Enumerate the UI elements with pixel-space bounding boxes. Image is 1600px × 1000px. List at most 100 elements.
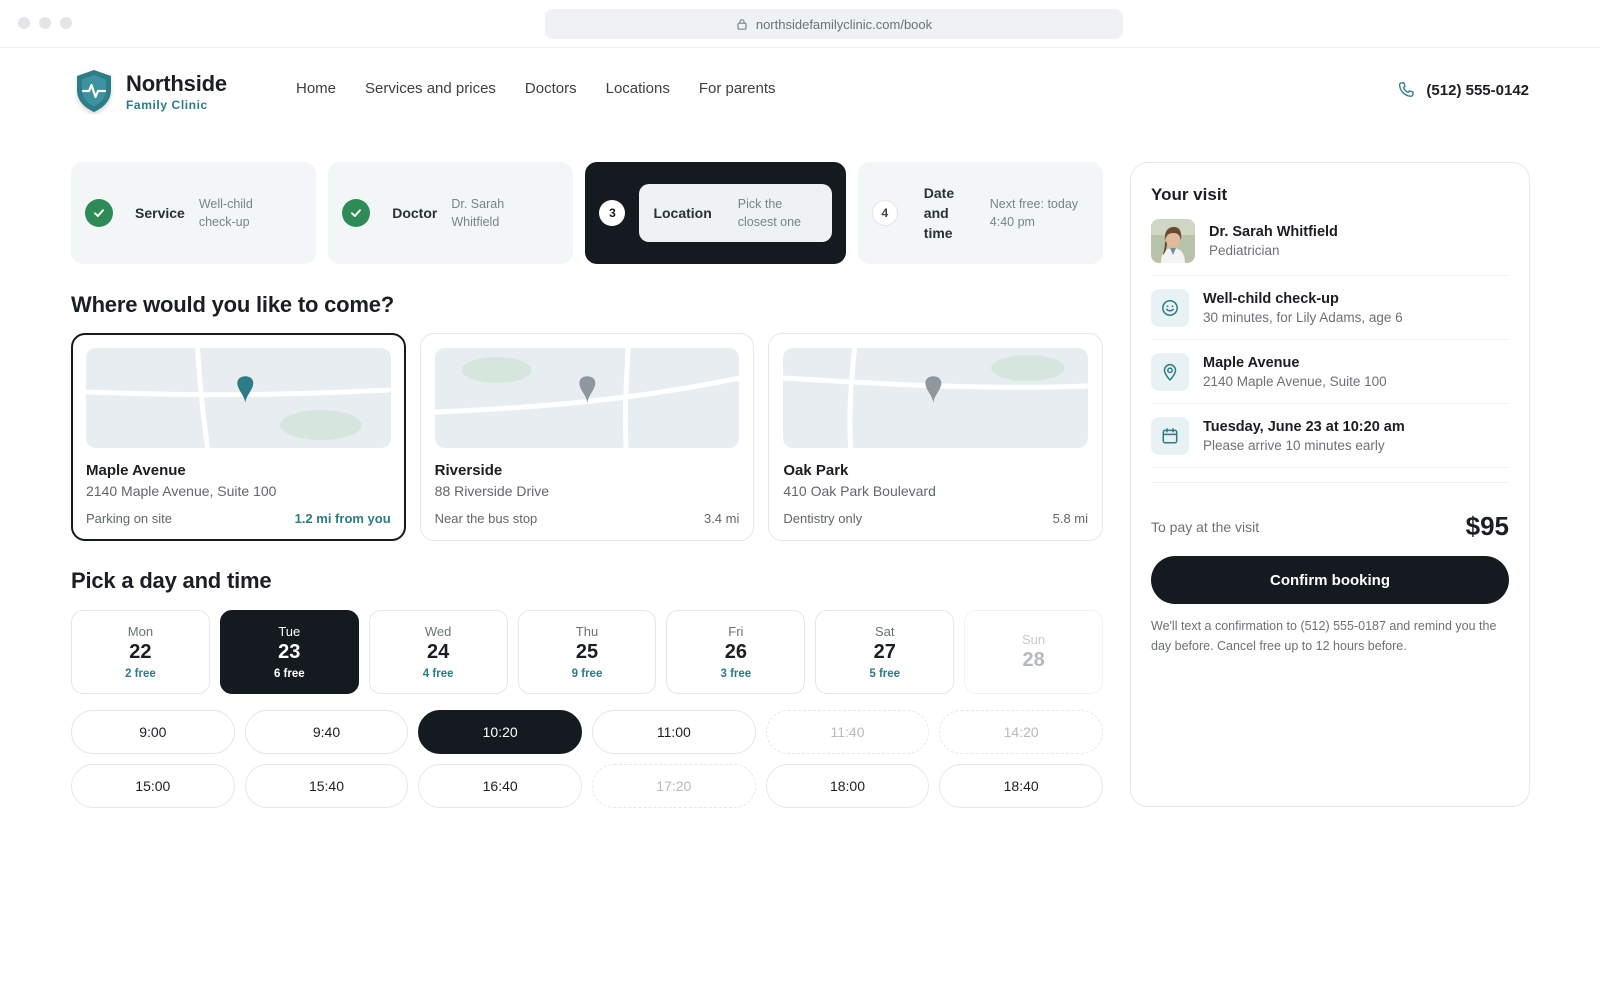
location-note: Near the bus stop [434,511,538,526]
day-free-count: 6 free [273,668,305,680]
booking-steps: Service Well-child check-up Doctor Dr. S… [71,162,1103,264]
minimize-window-button[interactable] [39,17,51,29]
step-sub: Next free: today 4:40 pm [989,197,1079,229]
confirmation-note: We'll text a confirmation to (512) 555-0… [1151,619,1497,653]
step-label: Date and time [923,185,955,241]
summary-doctor: Dr. Sarah Whitfield Pediatrician [1151,219,1509,276]
heartbeat-shield-icon [77,70,111,112]
day-date: 23 [278,641,301,663]
day-name: Tue [278,624,301,639]
calendar-icon [1151,416,1189,455]
close-window-button[interactable] [18,17,30,29]
step-label: Doctor [392,205,438,221]
step-location[interactable]: 3 Location Pick the closest one [585,162,846,264]
browser-chrome: northsidefamilyclinic.com/book [0,0,1600,48]
step-location-card: Location Pick the closest one [639,184,832,242]
time-slot[interactable]: 15:00 [71,764,235,808]
day-thu-25[interactable]: Thu 25 9 free [517,610,657,694]
location-map [783,348,1089,448]
time-slot[interactable]: 9:00 [71,710,235,754]
service-detail: 30 minutes, for Lily Adams, age 6 [1203,309,1403,325]
location-note: Dentistry only [783,511,863,526]
day-picker: Mon 22 2 free Tue 23 6 free Wed 24 4 fre… [71,610,1104,694]
time-slot[interactable]: 9:40 [244,710,409,754]
day-fri-26[interactable]: Fri 26 3 free [666,610,806,694]
location-card-maple-avenue[interactable]: Maple Avenue 2140 Maple Avenue, Suite 10… [71,333,406,541]
day-wed-24[interactable]: Wed 24 4 free [368,610,508,694]
location-address: 410 Oak Park Boulevard [783,483,936,499]
time-slot[interactable]: 18:40 [939,764,1103,808]
time-slot[interactable]: 15:40 [244,764,409,808]
location-heading: Where would you like to come? [71,292,395,317]
payment-row: To pay at the visit $95 [1151,511,1509,542]
summary-location: Maple Avenue 2140 Maple Avenue, Suite 10… [1151,340,1509,404]
phone-link[interactable]: (512) 555-0142 [1396,80,1529,100]
time-slot-unavailable: 14:20 [939,710,1103,754]
url-text: northsidefamilyclinic.com/book [755,16,933,32]
service-name: Well-child check-up [1203,290,1339,307]
main-nav: Home Services and prices Doctors Locatio… [296,80,776,97]
summary-service: Well-child check-up 30 minutes, for Lily… [1151,276,1509,340]
nav-services-and-prices[interactable]: Services and prices [365,80,496,97]
day-sun-28: Sun 28 [964,610,1104,694]
day-free-count: 9 free [571,668,603,680]
check-icon [342,199,371,227]
step-doctor[interactable]: Doctor Dr. Sarah Whitfield [328,162,574,264]
day-free-count: 4 free [422,668,454,680]
location-distance: 3.4 mi [703,511,740,526]
confirm-booking-button[interactable]: Confirm booking [1151,556,1509,604]
location-card-riverside[interactable]: Riverside 88 Riverside Drive Near the bu… [419,333,755,541]
location-summary-detail: 2140 Maple Avenue, Suite 100 [1203,373,1387,389]
nav-doctors[interactable]: Doctors [525,80,577,97]
location-distance: 1.2 mi from you [294,511,391,526]
location-card-oak-park[interactable]: Oak Park 410 Oak Park Boulevard Dentistr… [768,333,1104,541]
day-name: Wed [424,624,452,639]
day-mon-22[interactable]: Mon 22 2 free [71,610,210,694]
time-slots: 9:00 9:40 10:20 11:00 11:40 14:20 15:00 … [71,710,1103,808]
location-name: Riverside [434,462,503,479]
step-label: Location [653,205,712,221]
day-name: Thu [575,624,599,639]
window-controls [18,17,72,29]
visit-summary: Your visit Dr. Sarah Whitfield Pediatric… [1130,162,1530,807]
location-summary-name: Maple Avenue [1203,354,1300,371]
location-map [86,348,391,448]
summary-datetime: Tuesday, June 23 at 10:20 am Please arri… [1151,404,1509,468]
day-name: Fri [728,624,744,639]
step-service[interactable]: Service Well-child check-up [71,162,317,264]
maximize-window-button[interactable] [60,17,72,29]
datetime-summary: Tuesday, June 23 at 10:20 am [1203,418,1405,435]
day-tue-23[interactable]: Tue 23 6 free [219,610,359,694]
datetime-summary-detail: Please arrive 10 minutes early [1203,437,1385,453]
time-heading: Pick a day and time [71,568,272,593]
avatar [1151,219,1195,263]
time-slot-selected[interactable]: 10:20 [418,710,582,754]
phone-icon [1399,82,1415,97]
day-date: 25 [575,641,599,663]
time-slot[interactable]: 11:00 [592,710,756,754]
summary-title: Your visit [1151,185,1228,204]
clinic-logo[interactable]: Northside Family Clinic [74,68,227,114]
nav-for-parents[interactable]: For parents [699,80,776,97]
day-date: 28 [1022,649,1045,671]
day-free-count: 3 free [720,668,752,680]
time-slot[interactable]: 18:00 [765,764,930,808]
address-bar[interactable]: northsidefamilyclinic.com/book [545,9,1123,39]
day-date: 26 [724,641,747,663]
payment-label: To pay at the visit [1151,518,1260,535]
location-note: Parking on site [86,511,172,526]
day-sat-27[interactable]: Sat 27 5 free [815,610,955,694]
day-date: 24 [427,641,450,663]
nav-locations[interactable]: Locations [606,80,670,97]
time-slot-unavailable: 17:20 [592,764,756,808]
step-sub: Well-child check-up [198,197,253,229]
day-date: 22 [129,641,152,663]
day-name: Mon [127,624,154,639]
map-pin-icon [1151,352,1189,391]
day-name: Sun [1022,632,1046,647]
time-slot[interactable]: 16:40 [418,764,582,808]
payment-amount: $95 [1465,511,1509,541]
nav-home[interactable]: Home [296,80,336,97]
step-date-and-time[interactable]: 4 Date and time Next free: today 4:40 pm [857,162,1103,264]
step-sub: Dr. Sarah Whitfield [451,197,505,229]
